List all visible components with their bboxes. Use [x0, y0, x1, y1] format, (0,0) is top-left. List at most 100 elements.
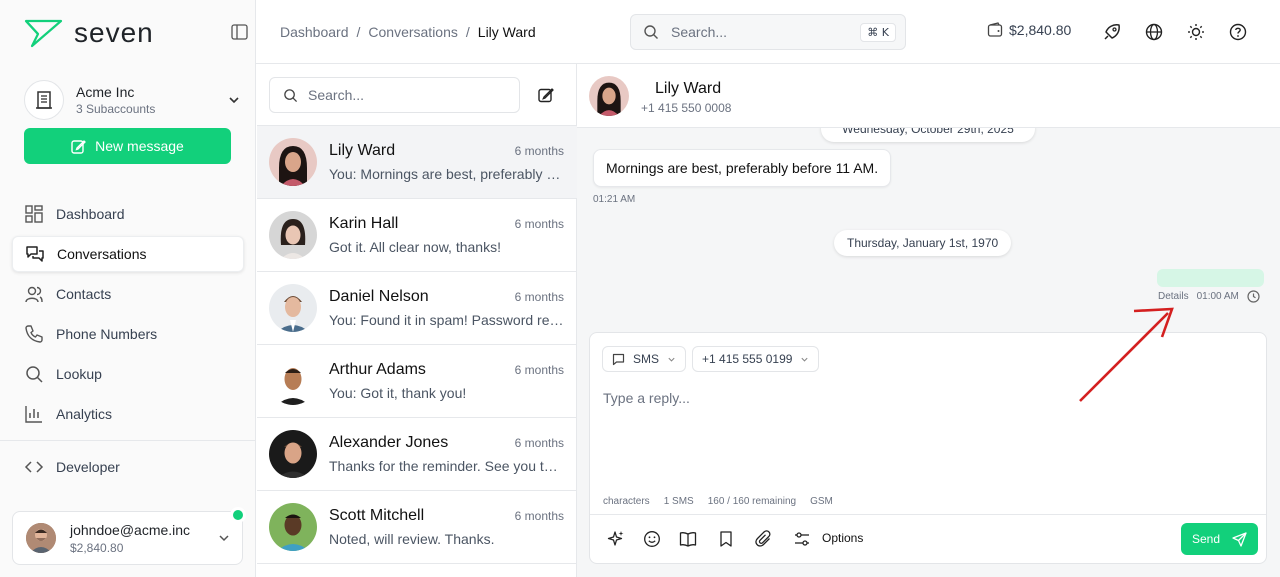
counter-characters: characters [603, 496, 650, 507]
conversation-preview: Noted, will review. Thanks. [329, 531, 495, 547]
message-composer: SMS +1 415 555 0199 Type a reply... char… [589, 332, 1267, 564]
dashboard-icon [25, 205, 43, 223]
breadcrumb: Dashboard / Conversations / Lily Ward [280, 24, 536, 40]
conversation-time: 6 months [514, 509, 564, 523]
bookmark-icon[interactable] [717, 530, 735, 548]
sun-icon[interactable] [1187, 23, 1205, 41]
help-icon[interactable] [1229, 23, 1247, 41]
message-details-link[interactable]: Details [1158, 291, 1189, 302]
emoji-icon[interactable] [643, 530, 661, 548]
search-placeholder: Search... [671, 24, 728, 40]
wallet-icon [987, 22, 1003, 37]
sender-select[interactable]: +1 415 555 0199 [692, 346, 820, 372]
analytics-icon [25, 406, 42, 423]
avatar [269, 284, 317, 332]
search-placeholder: Search... [308, 87, 365, 103]
account-subaccounts: 3 Subaccounts [76, 102, 156, 116]
conversation-time: 6 months [514, 144, 564, 158]
new-message-button[interactable]: New message [24, 128, 231, 164]
brand-name: seven [74, 17, 154, 48]
nav-item-lookup[interactable]: Lookup [12, 356, 244, 392]
conversation-name: Arthur Adams [329, 361, 426, 378]
chevron-down-icon [668, 357, 675, 362]
nav-label: Dashboard [56, 206, 125, 222]
conversation-preview: You: Got it, thank you! [329, 385, 467, 401]
breadcrumb-conversations[interactable]: Conversations [368, 24, 458, 40]
user-menu[interactable]: johndoe@acme.inc $2,840.80 [12, 511, 243, 565]
conversation-item[interactable]: Karin Hall 6 months Got it. All clear now… [257, 199, 577, 272]
sparkles-icon[interactable] [607, 530, 625, 548]
send-button[interactable]: Send [1181, 523, 1258, 555]
send-label: Send [1191, 532, 1221, 546]
seven-logo-icon [24, 19, 63, 48]
balance-display[interactable]: $2,840.80 [987, 22, 1071, 38]
options-button[interactable]: Options [822, 531, 863, 545]
avatar[interactable] [589, 76, 629, 116]
contact-phone: +1 415 550 0008 [641, 101, 732, 115]
nav-label: Developer [56, 459, 120, 475]
message-icon [612, 353, 625, 365]
paperclip-icon[interactable] [755, 530, 773, 548]
secondary-nav: Developer [12, 449, 244, 489]
book-icon[interactable] [679, 530, 697, 548]
sidebar: seven Acme Inc 3 Subaccounts New message [0, 0, 256, 577]
conversation-item[interactable]: Lily Ward 6 months You: Mornings are best… [257, 126, 577, 199]
rocket-icon[interactable] [1103, 23, 1121, 41]
conversation-item[interactable]: Scott Mitchell 6 months Noted, will revie… [257, 491, 577, 564]
globe-icon[interactable] [1145, 23, 1163, 41]
conversation-time: 6 months [514, 290, 564, 304]
avatar [269, 357, 317, 405]
nav-item-dashboard[interactable]: Dashboard [12, 196, 244, 232]
brand-logo[interactable]: seven [24, 17, 154, 49]
breadcrumb-dashboard[interactable]: Dashboard [280, 24, 349, 40]
message-time: 01:00 AM [1196, 291, 1239, 302]
edit-icon [71, 139, 87, 154]
search-icon [26, 366, 43, 383]
conversation-item[interactable]: Daniel Nelson 6 months You: Found it in s… [257, 272, 577, 345]
chat-panel: Wednesday, October 29th, 2025 Lily Ward … [577, 64, 1280, 577]
new-message-label: New message [95, 138, 184, 154]
balance-amount: $2,840.80 [1009, 22, 1072, 38]
conversation-time: 6 months [514, 363, 564, 377]
conversation-item[interactable]: Arthur Adams 6 months You: Got it, thank … [257, 345, 577, 418]
user-email: johndoe@acme.inc [70, 521, 191, 538]
nav-item-analytics[interactable]: Analytics [12, 396, 244, 432]
counter-remaining: 160 / 160 remaining [707, 496, 797, 507]
reply-input[interactable]: Type a reply... [603, 390, 690, 406]
nav-label: Lookup [56, 366, 102, 382]
nav-item-contacts[interactable]: Contacts [12, 276, 244, 312]
avatar [269, 138, 317, 186]
conversation-name: Karin Hall [329, 215, 399, 232]
sms-counter: characters 1 SMS 160 / 160 remaining GSM [603, 496, 833, 507]
conversation-search-input[interactable]: Search... [269, 77, 520, 113]
account-name: Acme Inc [76, 84, 135, 100]
main-nav: Dashboard Conversations Contacts Phone N… [12, 196, 244, 436]
options-icon[interactable] [793, 530, 811, 548]
account-switcher[interactable]: Acme Inc 3 Subaccounts [24, 80, 240, 120]
avatar [269, 503, 317, 551]
avatar [269, 211, 317, 259]
sidebar-divider [0, 440, 256, 441]
nav-label: Conversations [57, 246, 147, 262]
sidebar-toggle-icon[interactable] [231, 24, 248, 40]
code-icon [24, 461, 44, 473]
contact-name: Lily Ward [655, 80, 722, 97]
compose-icon[interactable] [538, 87, 554, 103]
chevron-down-icon [229, 97, 239, 104]
nav-item-phone-numbers[interactable]: Phone Numbers [12, 316, 244, 352]
conversation-name: Daniel Nelson [329, 288, 429, 305]
nav-item-developer[interactable]: Developer [12, 449, 244, 485]
nav-item-conversations[interactable]: Conversations [12, 236, 244, 272]
top-bar: Dashboard / Conversations / Lily Ward Se… [256, 0, 1280, 64]
conversation-time: 6 months [514, 217, 564, 231]
sender-value: +1 415 555 0199 [702, 352, 793, 366]
channel-select[interactable]: SMS [602, 346, 687, 372]
global-search-input[interactable]: Search... ⌘ K [630, 14, 906, 50]
avatar [26, 523, 56, 553]
breadcrumb-separator: / [465, 24, 470, 40]
date-separator: Thursday, January 1st, 1970 [834, 230, 1012, 256]
conversation-item[interactable]: Alexander Jones 6 months Thanks for the r… [257, 418, 577, 491]
conversation-preview: You: Mornings are best, preferably befor… [329, 166, 564, 182]
conversation-preview: Thanks for the reminder. See you then. [329, 458, 564, 474]
outgoing-message-meta: Details 01:00 AM [1158, 290, 1260, 303]
